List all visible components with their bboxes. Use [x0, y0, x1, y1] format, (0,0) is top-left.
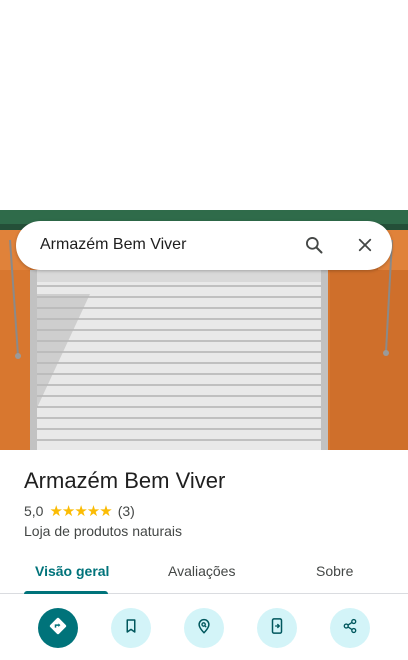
tab-overview[interactable]: Visão geral	[35, 563, 109, 579]
place-category[interactable]: Loja de produtos naturais	[24, 523, 182, 539]
send-to-phone-icon	[268, 617, 286, 640]
search-query[interactable]: Armazém Bem Viver	[40, 236, 186, 254]
review-count: (3)	[117, 503, 135, 519]
tab-about[interactable]: Sobre	[316, 563, 353, 579]
send-to-phone-button[interactable]	[257, 608, 297, 648]
directions-button[interactable]	[38, 608, 78, 648]
close-icon[interactable]	[353, 233, 377, 257]
star-rating-icon: ★★★★★	[49, 503, 112, 520]
rating-row[interactable]: 5,0 ★★★★★ (3)	[24, 502, 135, 520]
directions-icon	[48, 616, 68, 641]
search-icon[interactable]	[302, 233, 326, 257]
save-button[interactable]	[111, 608, 151, 648]
tab-bar: Visão geral Avaliações Sobre	[0, 548, 408, 594]
share-button[interactable]	[330, 608, 370, 648]
rating-value: 5,0	[24, 503, 44, 519]
action-buttons	[0, 608, 408, 648]
nearby-button[interactable]	[184, 608, 224, 648]
bookmark-icon	[122, 617, 140, 640]
tab-reviews[interactable]: Avaliações	[168, 563, 235, 579]
search-bar[interactable]: Armazém Bem Viver	[16, 221, 392, 270]
active-tab-indicator	[24, 591, 108, 594]
place-name: Armazém Bem Viver	[24, 468, 226, 493]
nearby-icon	[195, 617, 213, 640]
share-icon	[341, 617, 359, 640]
